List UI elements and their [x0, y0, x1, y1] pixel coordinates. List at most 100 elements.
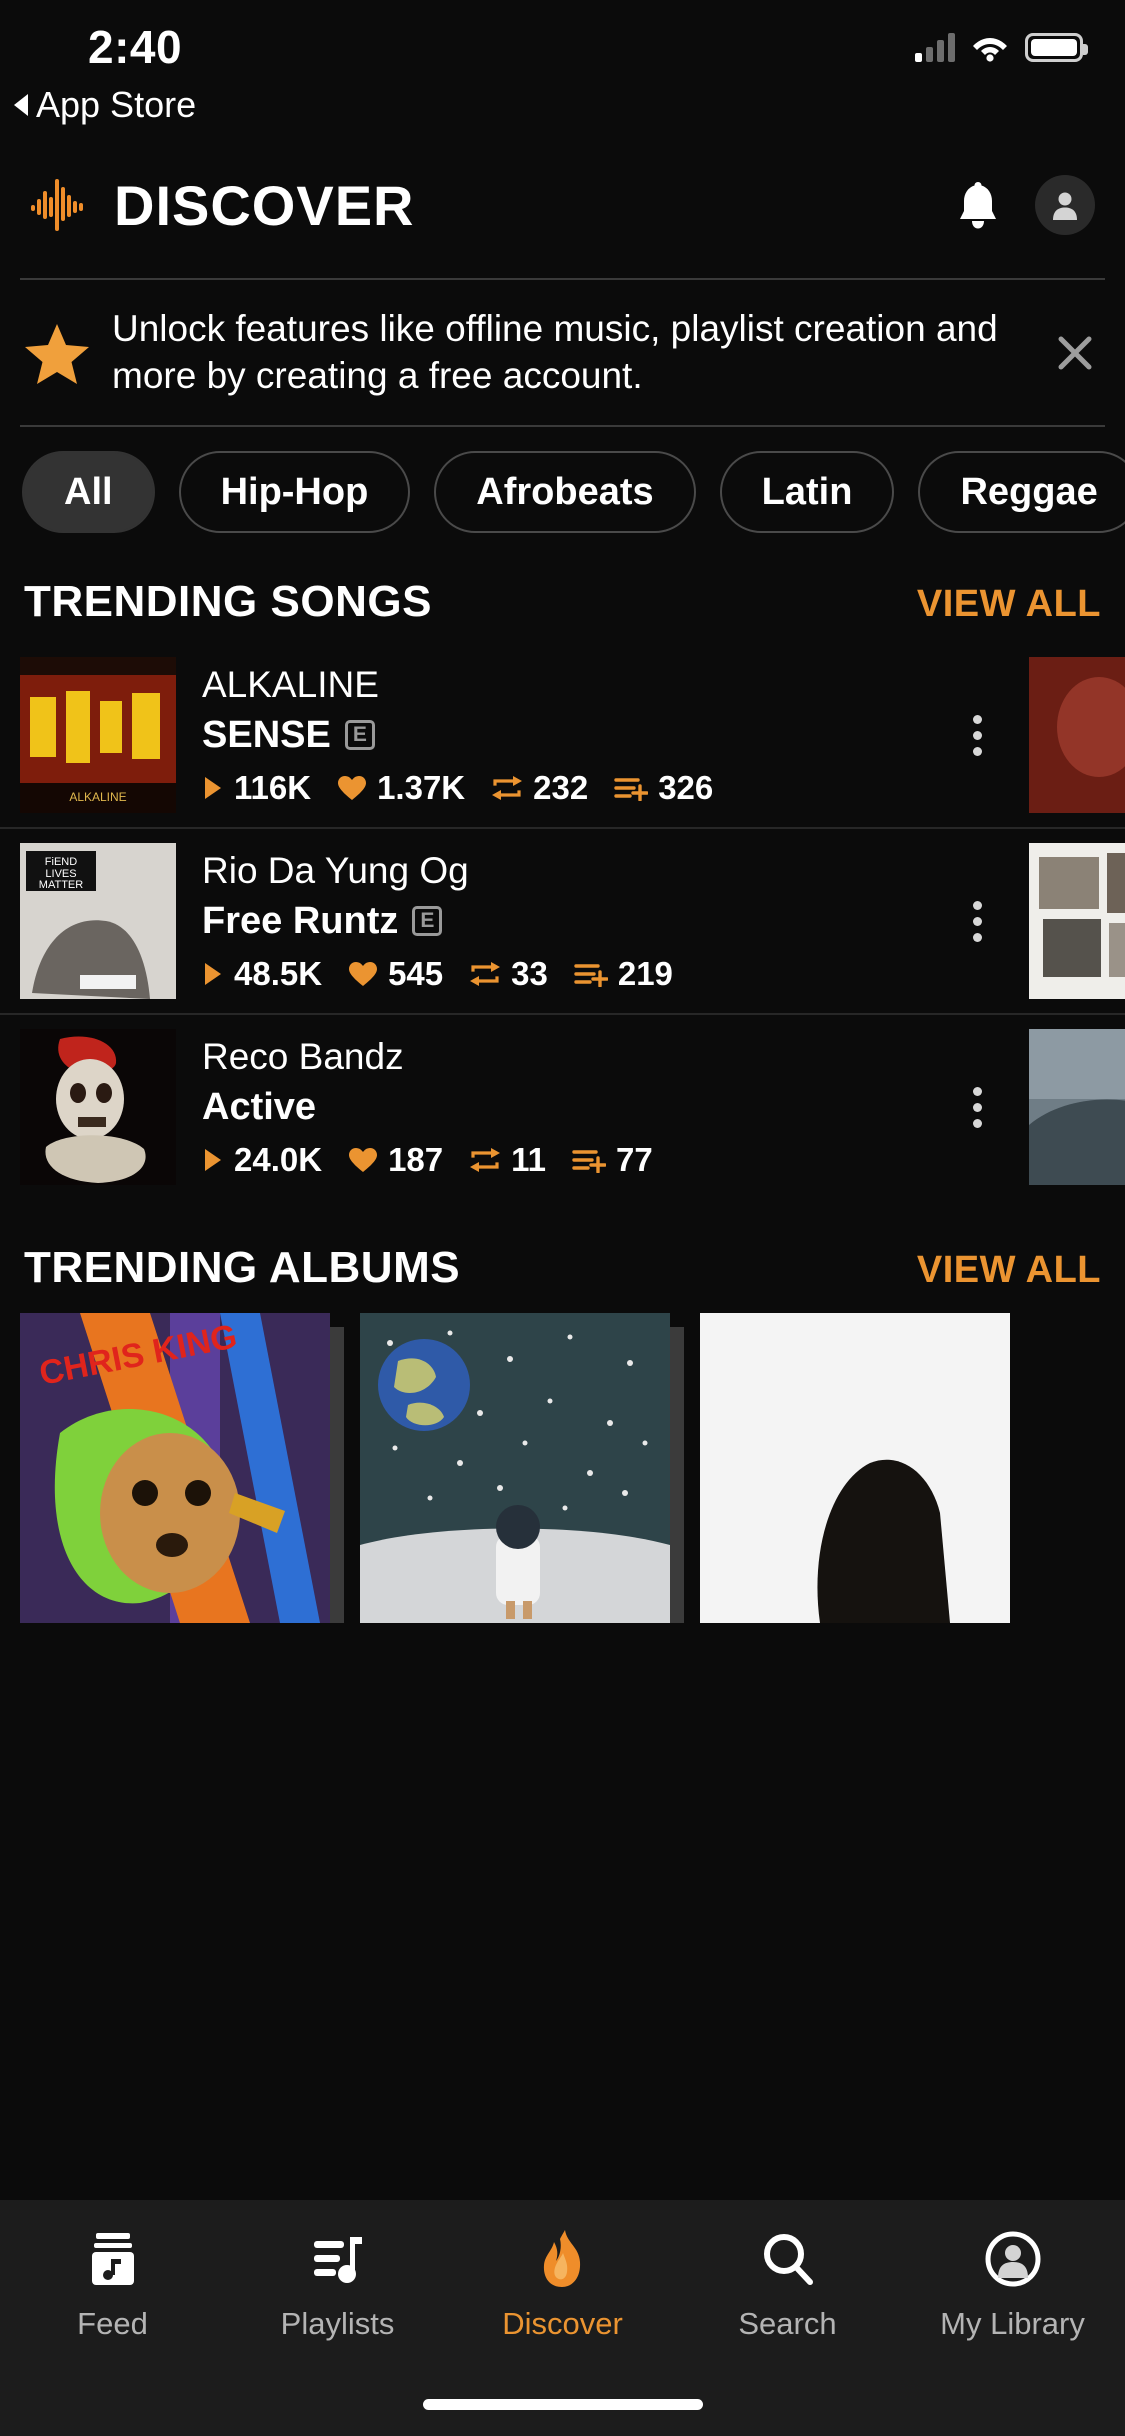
svg-text:MATTER: MATTER [39, 879, 83, 891]
play-count-value: 48.5K [234, 954, 323, 992]
playlist-add-stat: 219 [574, 955, 673, 993]
list-item[interactable] [360, 1313, 684, 1624]
tab-feed[interactable]: Feed [0, 2228, 225, 2342]
bottom-tab-bar[interactable]: Feed Playlists Discover Search My Librar… [0, 2200, 1125, 2436]
genre-chip-label: Afrobeats [476, 470, 654, 513]
status-indicators [915, 32, 1088, 62]
table-row[interactable]: FiEND LIVES MATTER Rio Da Yung Og Free R… [0, 827, 1125, 1013]
wifi-icon [971, 32, 1009, 62]
tab-playlists[interactable]: Playlists [225, 2228, 450, 2342]
play-icon [205, 962, 221, 985]
repost-count-value: 33 [511, 954, 548, 992]
play-count-value: 24.0K [234, 1140, 323, 1178]
close-icon[interactable] [1045, 323, 1105, 383]
like-count-value: 1.37K [377, 768, 466, 806]
play-icon [205, 776, 221, 799]
add-to-playlist-icon [574, 964, 608, 987]
song-stats: 48.5K 545 33 219 [202, 955, 939, 993]
album-shadow [328, 1327, 344, 1624]
song-title-line: Free Runtz E [202, 900, 939, 943]
heart-icon [338, 775, 367, 800]
tab-search[interactable]: Search [675, 2228, 900, 2342]
heart-icon [349, 1147, 378, 1172]
kebab-menu-icon[interactable] [939, 1086, 1015, 1128]
like-count-value: 187 [388, 1140, 444, 1178]
feed-music-icon [86, 2228, 140, 2290]
repost-icon [470, 1147, 501, 1172]
genre-chip-reggae[interactable]: Reggae [918, 451, 1125, 534]
song-info: ALKALINE SENSE E 116K 1.37K 232 326 [202, 664, 939, 807]
back-to-app-store[interactable]: App Store [14, 84, 196, 126]
album-art-thumbnail: FiEND LIVES MATTER [20, 843, 176, 1000]
add-to-playlist-icon [572, 1150, 607, 1173]
play-count-value: 116K [234, 768, 312, 806]
genre-chip-label: Reggae [960, 470, 1098, 513]
tab-label: Playlists [280, 2306, 395, 2341]
waveform-logo-icon [30, 175, 98, 235]
song-stats: 24.0K 187 11 77 [202, 1141, 939, 1179]
trending-songs-list[interactable]: ALKALINE ALKALINE SENSE E 116K 1.37K 232… [0, 643, 1125, 1199]
tab-discover[interactable]: Discover [450, 2228, 675, 2342]
app-screen: 2:40 App Store DISCOVER Unlock features … [0, 0, 1125, 2436]
table-row[interactable]: Reco Bandz Active 24.0K 187 11 77 [0, 1013, 1125, 1199]
view-all-albums-link[interactable]: VIEW ALL [917, 1249, 1101, 1292]
repost-count-stat: 11 [469, 1141, 546, 1179]
search-icon [760, 2228, 816, 2290]
play-count-stat: 24.0K [202, 1141, 322, 1179]
album-cover: CHRIS KING [20, 1313, 330, 1624]
next-song-peek[interactable] [1029, 1029, 1125, 1186]
heart-icon [349, 961, 378, 986]
genre-chip-afrobeats[interactable]: Afrobeats [434, 451, 696, 534]
kebab-menu-icon[interactable] [939, 714, 1015, 756]
genre-chip-all[interactable]: All [22, 451, 155, 534]
next-song-peek[interactable] [1029, 843, 1125, 1000]
genre-chip-label: Hip-Hop [220, 470, 369, 513]
genre-filter-bar[interactable]: All Hip-Hop Afrobeats Latin Reggae [0, 427, 1125, 563]
account-avatar-icon[interactable] [1035, 175, 1095, 235]
status-bar: 2:40 App Store [0, 0, 1125, 150]
playlist-add-value: 77 [616, 1140, 653, 1178]
table-row[interactable]: ALKALINE ALKALINE SENSE E 116K 1.37K 232… [0, 643, 1125, 827]
bell-icon[interactable] [955, 179, 1001, 231]
repost-count-stat: 232 [491, 769, 588, 807]
tab-my-library[interactable]: My Library [900, 2228, 1125, 2342]
song-artist: Rio Da Yung Og [202, 849, 469, 891]
list-item[interactable] [700, 1313, 1010, 1624]
play-icon [205, 1148, 221, 1171]
song-title-line: SENSE E [202, 714, 939, 757]
cellular-bars-icon [915, 32, 955, 62]
genre-chip-hiphop[interactable]: Hip-Hop [178, 451, 411, 534]
album-art-thumbnail: ALKALINE [20, 657, 176, 814]
tab-label: My Library [940, 2306, 1085, 2341]
playlist-note-icon [310, 2228, 366, 2290]
app-header: DISCOVER [0, 150, 1125, 260]
trending-songs-header: TRENDING SONGS VIEW ALL [0, 563, 1125, 643]
playlist-add-value: 219 [617, 954, 673, 992]
kebab-menu-icon[interactable] [939, 900, 1015, 942]
trending-albums-header: TRENDING ALBUMS VIEW ALL [0, 1199, 1125, 1309]
list-item[interactable]: CHRIS KING [20, 1313, 344, 1624]
song-stats: 116K 1.37K 232 326 [202, 769, 939, 807]
back-arrow-icon [14, 94, 28, 116]
song-title: Active [202, 1085, 317, 1128]
song-artist: Reco Bandz [202, 1035, 404, 1077]
song-title: Free Runtz [202, 899, 399, 942]
add-to-playlist-icon [614, 778, 649, 801]
next-song-peek[interactable] [1029, 657, 1125, 814]
trending-albums-list[interactable]: CHRIS KING [0, 1309, 1125, 1624]
like-count-stat: 545 [348, 955, 443, 993]
like-count-stat: 187 [348, 1141, 443, 1179]
like-count-value: 545 [388, 954, 444, 992]
signup-promo-banner[interactable]: Unlock features like offline music, play… [0, 280, 1125, 425]
repost-count-stat: 33 [469, 955, 548, 993]
repost-icon [470, 961, 501, 986]
library-account-icon [984, 2228, 1042, 2290]
album-cover [360, 1313, 670, 1624]
song-title-line: Active [202, 1086, 939, 1129]
playlist-add-stat: 77 [572, 1141, 653, 1179]
genre-chip-latin[interactable]: Latin [719, 451, 895, 534]
view-all-songs-link[interactable]: VIEW ALL [917, 583, 1101, 626]
repost-count-value: 11 [511, 1140, 547, 1178]
back-label: App Store [36, 84, 197, 125]
page-title: DISCOVER [114, 173, 415, 237]
